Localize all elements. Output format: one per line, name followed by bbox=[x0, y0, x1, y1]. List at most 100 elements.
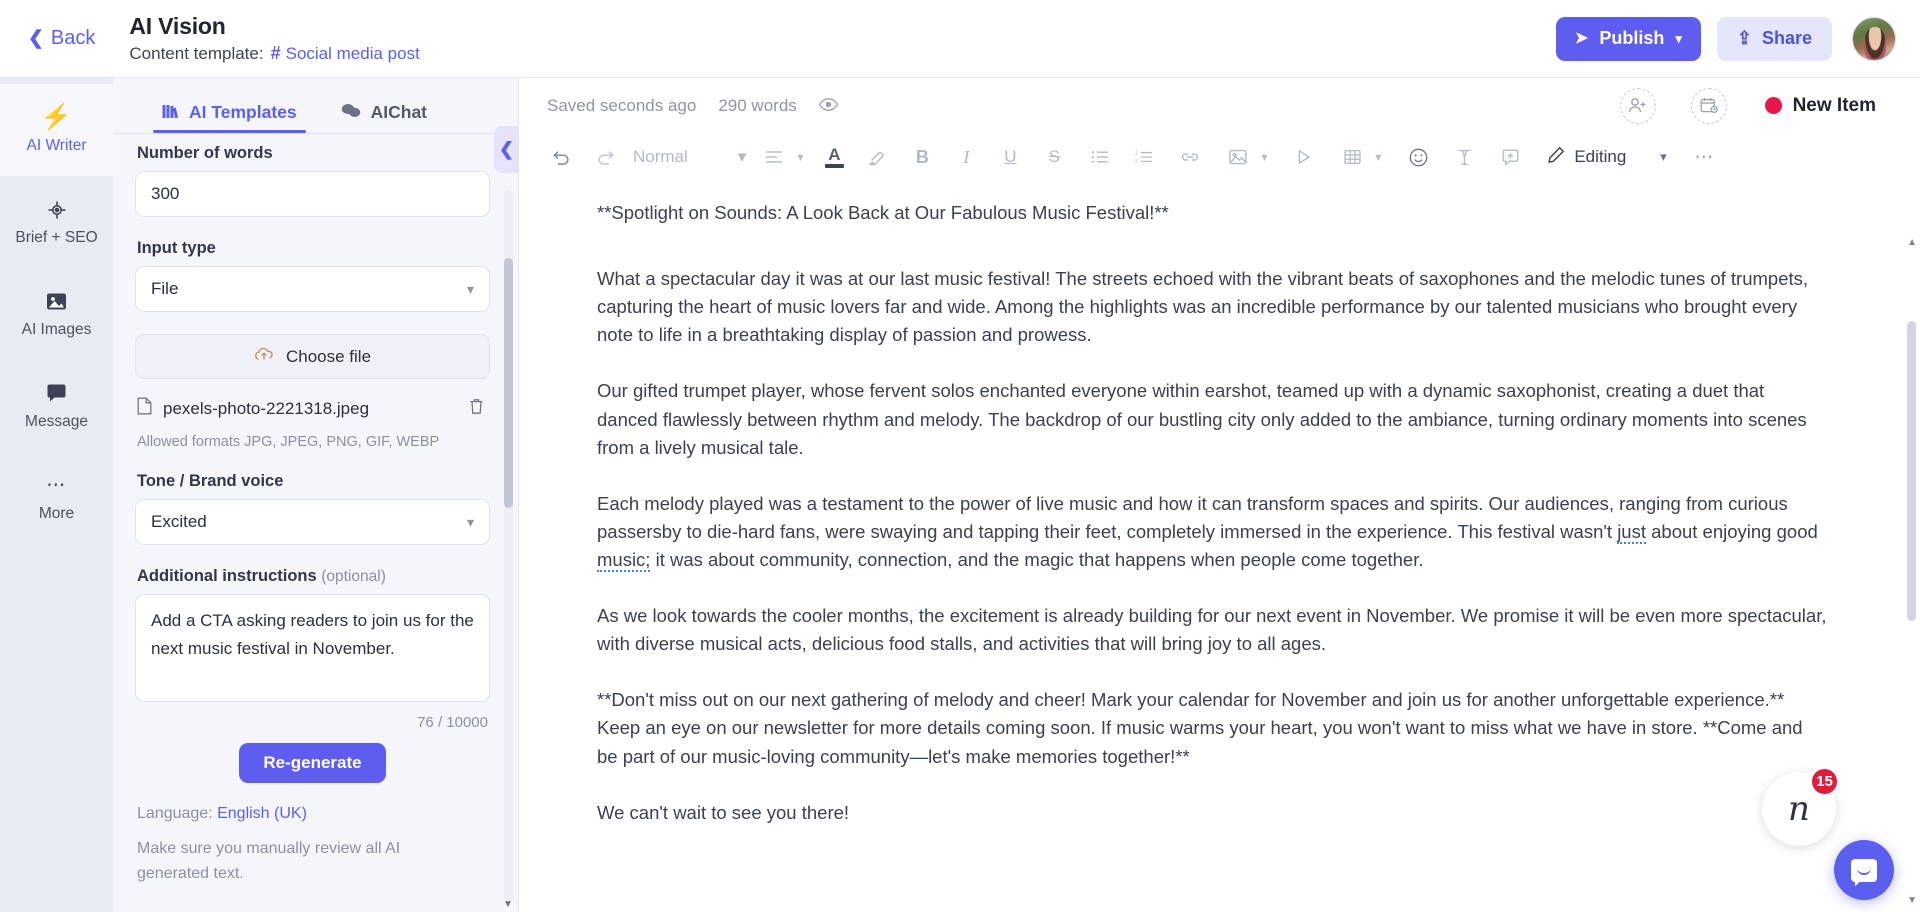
editor-scrollbar-thumb[interactable] bbox=[1907, 321, 1916, 621]
editing-mode-label: Editing bbox=[1574, 147, 1627, 166]
redo-icon[interactable] bbox=[589, 141, 621, 173]
instructions-optional-text: (optional) bbox=[321, 568, 386, 585]
page-title: AI Vision bbox=[129, 13, 226, 39]
panel-tabs: AI Templates AIChat bbox=[113, 78, 518, 134]
form-scroll-area: Number of words 300 Input type File ▾ Ch… bbox=[113, 134, 518, 912]
rail-item-ai-images[interactable]: AI Images bbox=[0, 268, 113, 360]
rail-item-message[interactable]: Message bbox=[0, 360, 113, 452]
text-style-select[interactable]: Normal ▾ bbox=[627, 147, 752, 167]
italic-icon[interactable]: I bbox=[950, 141, 982, 173]
form-panel: AI Templates AIChat ❮ Number of words 30… bbox=[113, 78, 519, 912]
choose-file-button[interactable]: Choose file bbox=[135, 334, 490, 379]
align-chevron-down-icon[interactable]: ▾ bbox=[790, 141, 810, 173]
instructions-textarea[interactable] bbox=[135, 594, 490, 702]
file-name-label: pexels-photo-2221318.jpeg bbox=[163, 398, 370, 418]
word-count-label: 290 words bbox=[718, 95, 797, 115]
hash-icon: # bbox=[270, 43, 281, 63]
align-left-icon[interactable] bbox=[758, 141, 790, 173]
document-paragraph: Our gifted trumpet player, whose fervent… bbox=[597, 380, 1807, 458]
lightning-bolt-icon: ⚡ bbox=[40, 103, 73, 131]
rail-item-brief-seo[interactable]: Brief + SEO bbox=[0, 176, 113, 268]
editor-status-bar: Saved seconds ago 290 words New Item bbox=[519, 78, 1920, 133]
rail-item-ai-writer[interactable]: ⚡ AI Writer bbox=[0, 84, 113, 176]
rail-label-brief-seo: Brief + SEO bbox=[15, 229, 98, 246]
rail-label-ai-images: AI Images bbox=[21, 321, 92, 338]
message-icon bbox=[46, 381, 67, 406]
rail-item-more[interactable]: ⋯ More bbox=[0, 452, 113, 544]
trash-icon[interactable] bbox=[469, 398, 490, 420]
send-icon: ➤ bbox=[1574, 29, 1589, 47]
upload-icon: ⇪ bbox=[1736, 28, 1752, 48]
tab-label-ai-templates: AI Templates bbox=[189, 102, 297, 122]
clear-format-icon[interactable] bbox=[1448, 141, 1480, 173]
numbered-list-icon[interactable]: 12 bbox=[1128, 141, 1160, 173]
regenerate-button[interactable]: Re-generate bbox=[239, 743, 386, 783]
emoji-icon[interactable] bbox=[1402, 141, 1434, 173]
svg-text:1: 1 bbox=[1135, 150, 1138, 156]
left-rail: ⚡ AI Writer Brief + SEO AI Images Messag… bbox=[0, 78, 113, 912]
eye-icon[interactable] bbox=[818, 96, 838, 116]
template-link[interactable]: # Social media post bbox=[271, 43, 420, 64]
add-person-icon[interactable] bbox=[1619, 87, 1656, 124]
panel-scroll-down-arrow[interactable]: ▼ bbox=[502, 899, 514, 910]
document-paragraph: As we look towards the cooler months, th… bbox=[597, 605, 1827, 655]
chevron-down-icon: ▾ bbox=[737, 147, 747, 166]
uploaded-file-row: pexels-photo-2221318.jpeg bbox=[135, 397, 490, 420]
status-badge[interactable]: New Item bbox=[1764, 94, 1876, 117]
rail-label-ai-writer: AI Writer bbox=[26, 137, 87, 154]
table-icon[interactable] bbox=[1336, 141, 1368, 173]
status-label: New Item bbox=[1792, 94, 1876, 116]
collapse-panel-button[interactable]: ❮ bbox=[494, 126, 519, 173]
words-input[interactable]: 300 bbox=[135, 171, 490, 217]
instructions-label: Additional instructions (optional) bbox=[137, 567, 490, 586]
editor-pane: Saved seconds ago 290 words New Item Nor… bbox=[519, 78, 1920, 912]
panel-scrollbar-thumb[interactable] bbox=[504, 258, 513, 508]
calendar-clock-icon[interactable] bbox=[1690, 87, 1727, 124]
input-type-value: File bbox=[151, 279, 179, 298]
tab-label-aichat: AIChat bbox=[370, 102, 428, 122]
target-icon bbox=[47, 197, 67, 222]
saved-status-label: Saved seconds ago bbox=[547, 95, 697, 115]
video-play-icon[interactable] bbox=[1288, 141, 1320, 173]
app-root: ❮ Back AI Vision Content template: # Soc… bbox=[0, 0, 1920, 912]
chat-bubble-icon[interactable] bbox=[1834, 840, 1894, 900]
toolbar-more-icon[interactable]: ⋯ bbox=[1688, 141, 1720, 173]
chevron-down-icon: ▾ bbox=[466, 280, 474, 297]
back-button[interactable]: ❮ Back bbox=[18, 21, 105, 56]
document-body[interactable]: **Spotlight on Sounds: A Look Back at Ou… bbox=[597, 199, 1828, 827]
underline-icon[interactable]: U bbox=[994, 141, 1026, 173]
editing-chevron-down-icon[interactable]: ▾ bbox=[1650, 141, 1676, 173]
text-color-icon[interactable]: A bbox=[818, 141, 850, 173]
add-comment-icon[interactable] bbox=[1494, 141, 1526, 173]
bullet-list-icon[interactable] bbox=[1084, 141, 1116, 173]
document-paragraph: We can't wait to see you there! bbox=[597, 801, 850, 823]
strikethrough-icon[interactable]: S bbox=[1038, 141, 1070, 173]
regenerate-row: Re-generate bbox=[135, 743, 490, 783]
share-button[interactable]: ⇪ Share bbox=[1716, 16, 1832, 61]
undo-icon[interactable] bbox=[545, 141, 577, 173]
books-icon bbox=[162, 103, 179, 123]
avatar[interactable] bbox=[1852, 16, 1896, 61]
publish-button[interactable]: ➤ Publish ▾ bbox=[1555, 16, 1701, 61]
status-dot-icon bbox=[1764, 97, 1782, 114]
highlighter-icon[interactable] bbox=[860, 141, 892, 173]
link-icon[interactable] bbox=[1174, 141, 1206, 173]
input-type-label: Input type bbox=[137, 239, 216, 257]
tab-aichat[interactable]: AIChat bbox=[332, 102, 436, 133]
language-link[interactable]: English (UK) bbox=[217, 805, 307, 822]
tab-ai-templates[interactable]: AI Templates bbox=[153, 102, 306, 133]
tone-select[interactable]: Excited ▾ bbox=[135, 499, 490, 545]
image-chevron-down-icon[interactable]: ▾ bbox=[1254, 141, 1274, 173]
input-type-select[interactable]: File ▾ bbox=[135, 266, 490, 312]
image-icon[interactable] bbox=[1222, 141, 1254, 173]
document-scroll-area: **Spotlight on Sounds: A Look Back at Ou… bbox=[519, 181, 1920, 912]
template-name-label: Social media post bbox=[285, 43, 420, 63]
chevron-down-icon: ▾ bbox=[466, 513, 474, 530]
title-block: AI Vision Content template: # Social med… bbox=[129, 13, 419, 64]
bold-icon[interactable]: B bbox=[906, 141, 938, 173]
allowed-formats-label: Allowed formats JPG, JPEG, PNG, GIF, WEB… bbox=[137, 434, 440, 450]
panel-scrollbar-track[interactable] bbox=[504, 190, 513, 902]
table-chevron-down-icon[interactable]: ▾ bbox=[1368, 141, 1388, 173]
editing-mode-button[interactable]: Editing bbox=[1540, 146, 1634, 168]
editor-scroll-down-arrow[interactable]: ▼ bbox=[1907, 895, 1917, 906]
